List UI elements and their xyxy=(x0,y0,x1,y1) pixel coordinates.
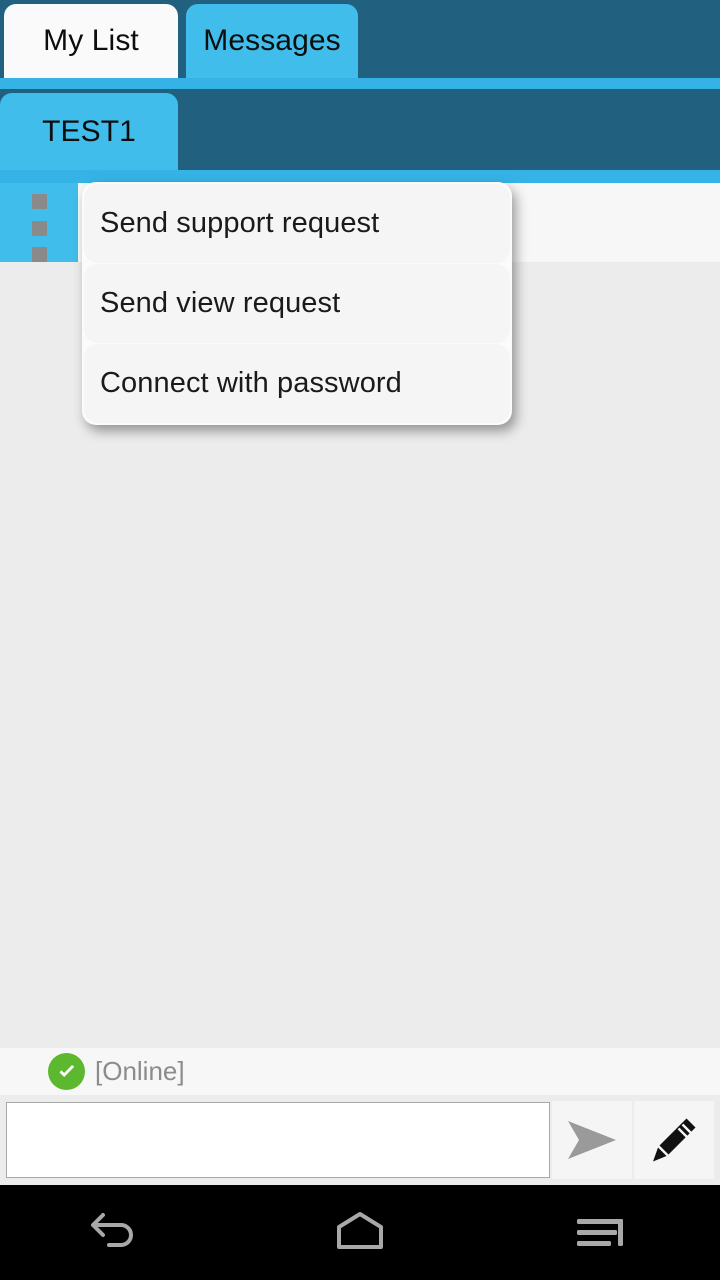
menu-item-send-support-request[interactable]: Send support request xyxy=(84,184,510,263)
session-tab-strip: TEST1 xyxy=(0,89,720,170)
check-circle-icon xyxy=(48,1053,85,1090)
tab-messages[interactable]: Messages xyxy=(186,4,358,78)
tab-my-list[interactable]: My List xyxy=(4,4,178,78)
tab-my-list-label: My List xyxy=(43,24,139,57)
android-navigation-bar xyxy=(0,1185,720,1280)
paper-plane-icon xyxy=(568,1121,616,1159)
three-dots-vertical-icon xyxy=(32,220,47,236)
edit-message-button[interactable] xyxy=(634,1101,714,1179)
menu-item-connect-with-password[interactable]: Connect with password xyxy=(84,344,510,423)
send-message-button[interactable] xyxy=(552,1101,632,1179)
overflow-dropdown-menu: Send support request Send view request C… xyxy=(82,182,512,425)
menu-item-label: Send support request xyxy=(100,207,380,239)
recents-icon xyxy=(577,1218,623,1246)
tab-strip-divider-top xyxy=(0,78,720,89)
primary-tab-strip: My List Messages xyxy=(0,0,720,78)
tab-messages-label: Messages xyxy=(203,24,341,57)
nav-home-button[interactable] xyxy=(240,1185,480,1280)
message-input[interactable] xyxy=(6,1102,550,1178)
connection-status-label: [Online] xyxy=(95,1056,185,1086)
check-glyph xyxy=(59,1064,74,1077)
nav-back-button[interactable] xyxy=(0,1185,240,1280)
menu-item-label: Send view request xyxy=(100,287,341,319)
menu-item-label: Connect with password xyxy=(100,367,402,399)
three-dots-vertical-icon xyxy=(32,247,47,262)
three-dots-vertical-icon xyxy=(32,194,47,209)
home-icon xyxy=(337,1211,383,1249)
tab-test1[interactable]: TEST1 xyxy=(0,93,178,170)
pencil-icon xyxy=(653,1118,696,1162)
back-arrow-icon xyxy=(91,1212,133,1247)
tab-test1-label: TEST1 xyxy=(42,114,136,148)
message-composer xyxy=(0,1095,720,1185)
overflow-menu-button[interactable] xyxy=(32,194,47,262)
app-root: My List Messages TEST1 Send support requ… xyxy=(0,0,720,1280)
nav-recents-button[interactable] xyxy=(480,1185,720,1280)
connection-status-bar: [Online] xyxy=(0,1048,720,1095)
menu-item-send-view-request[interactable]: Send view request xyxy=(84,264,510,343)
